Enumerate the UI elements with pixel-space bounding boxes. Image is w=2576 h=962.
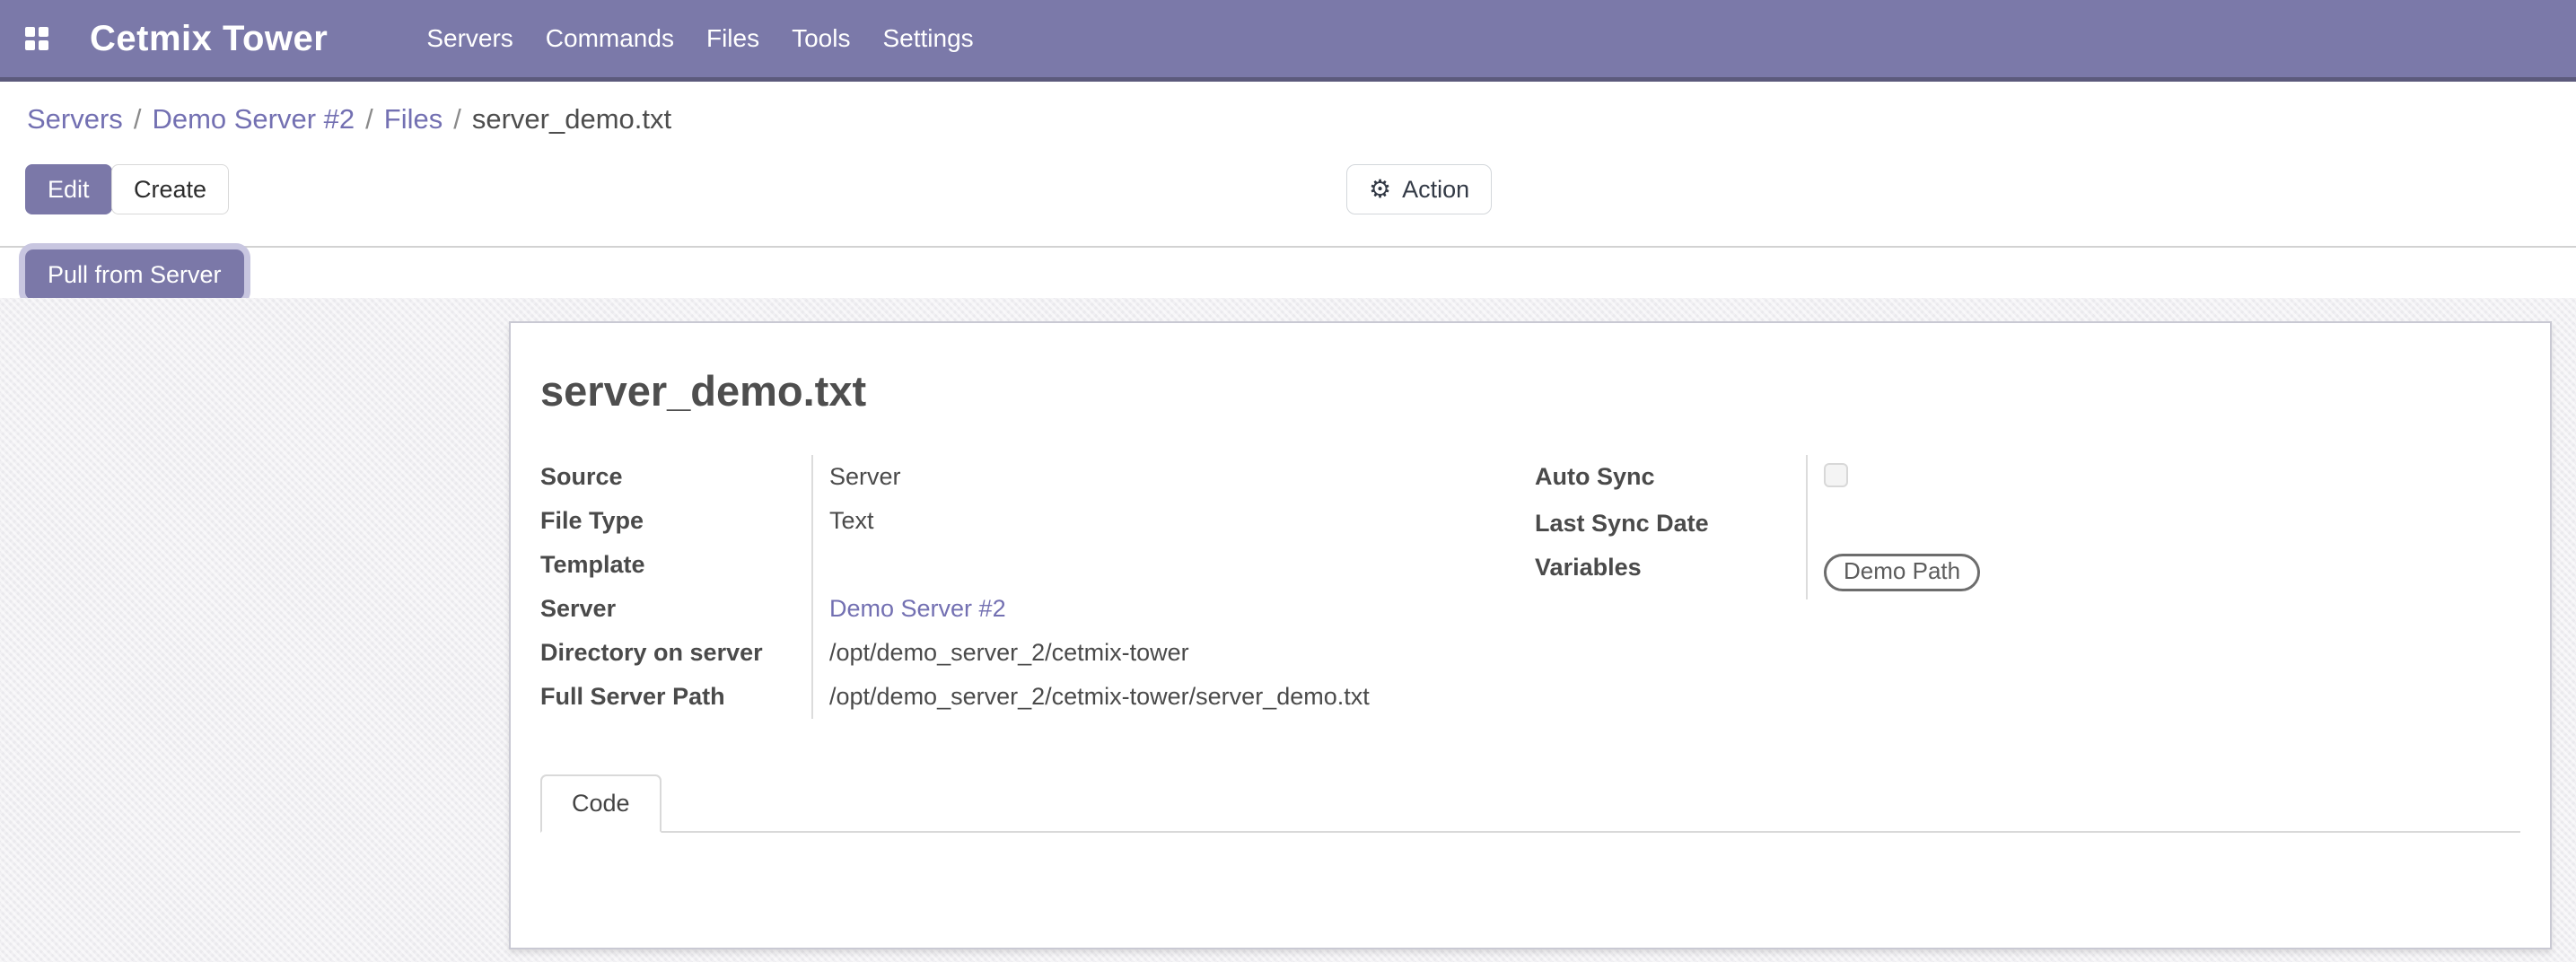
- apps-grid-square: [25, 40, 35, 50]
- field-label: Full Server Path: [540, 675, 811, 719]
- auto-sync-checkbox[interactable]: [1824, 463, 1848, 487]
- edit-button[interactable]: Edit: [25, 164, 112, 214]
- field-value-file-type: Text: [811, 499, 1490, 543]
- field-value-template: [811, 543, 1490, 587]
- field-label: Last Sync Date: [1535, 502, 1806, 546]
- field-label: File Type: [540, 499, 811, 543]
- menu-item-tools[interactable]: Tools: [792, 24, 850, 53]
- field-row-last-sync-date: Last Sync Date: [1535, 502, 2520, 546]
- menu-item-files[interactable]: Files: [706, 24, 759, 53]
- notebook: Code: [540, 774, 2520, 940]
- field-group-right: Auto Sync Last Sync Date Variables Demo …: [1535, 455, 2520, 719]
- field-row-template: Template: [540, 543, 1490, 587]
- field-row-server: Server Demo Server #2: [540, 587, 1490, 631]
- field-row-variables: Variables Demo Path: [1535, 546, 2520, 599]
- field-value-directory: /opt/demo_server_2/cetmix-tower: [811, 631, 1490, 675]
- field-group-left: Source Server File Type Text Template Se…: [540, 455, 1490, 719]
- top-navbar: Cetmix Tower Servers Commands Files Tool…: [0, 0, 2576, 82]
- breadcrumb: Servers / Demo Server #2 / Files / serve…: [27, 103, 671, 136]
- breadcrumb-separator: /: [453, 103, 461, 136]
- field-label: Directory on server: [540, 631, 811, 675]
- control-panel: Servers / Demo Server #2 / Files / serve…: [0, 82, 2576, 298]
- create-button[interactable]: Create: [111, 164, 229, 214]
- field-groups: Source Server File Type Text Template Se…: [540, 455, 2520, 719]
- field-row-file-type: File Type Text: [540, 499, 1490, 543]
- breadcrumb-current: server_demo.txt: [472, 103, 671, 136]
- field-value-variables: Demo Path: [1806, 546, 2520, 599]
- tab-panel-code: [540, 833, 2520, 940]
- field-label: Variables: [1535, 546, 1806, 599]
- apps-grid-square: [25, 27, 35, 37]
- field-value-source: Server: [811, 455, 1490, 499]
- variable-tag-demo-path[interactable]: Demo Path: [1824, 554, 1980, 591]
- field-label: Template: [540, 543, 811, 587]
- tab-code[interactable]: Code: [540, 774, 662, 833]
- breadcrumb-separator: /: [365, 103, 373, 136]
- main-menu: Servers Commands Files Tools Settings: [426, 24, 973, 53]
- record-title: server_demo.txt: [540, 366, 2520, 415]
- field-label: Server: [540, 587, 811, 631]
- action-button-label: Action: [1402, 175, 1469, 204]
- field-row-source: Source Server: [540, 455, 1490, 499]
- breadcrumb-link-demo-server[interactable]: Demo Server #2: [152, 103, 355, 136]
- form-sheet: server_demo.txt Source Server File Type …: [509, 321, 2552, 949]
- field-value-full-path: /opt/demo_server_2/cetmix-tower/server_d…: [811, 675, 1490, 719]
- breadcrumb-link-servers[interactable]: Servers: [27, 103, 123, 136]
- menu-item-commands[interactable]: Commands: [546, 24, 674, 53]
- menu-item-settings[interactable]: Settings: [882, 24, 973, 53]
- menu-item-servers[interactable]: Servers: [426, 24, 513, 53]
- apps-grid-square: [39, 27, 48, 37]
- breadcrumb-link-files[interactable]: Files: [384, 103, 442, 136]
- field-label: Source: [540, 455, 811, 499]
- form-view-background: server_demo.txt Source Server File Type …: [0, 298, 2576, 962]
- pull-from-server-button[interactable]: Pull from Server: [25, 249, 244, 300]
- gear-icon: ⚙: [1369, 177, 1391, 202]
- apps-grid-square: [39, 40, 48, 50]
- field-value-last-sync-date: [1806, 502, 2520, 546]
- field-row-directory: Directory on server /opt/demo_server_2/c…: [540, 631, 1490, 675]
- apps-grid-icon[interactable]: [25, 27, 48, 50]
- breadcrumb-separator: /: [134, 103, 142, 136]
- field-value-server: Demo Server #2: [811, 587, 1490, 631]
- tab-bar: Code: [540, 774, 2520, 833]
- field-row-full-path: Full Server Path /opt/demo_server_2/cetm…: [540, 675, 1490, 719]
- header-divider: [0, 246, 2576, 248]
- action-button[interactable]: ⚙ Action: [1346, 164, 1492, 214]
- app-brand[interactable]: Cetmix Tower: [90, 19, 328, 59]
- server-record-link[interactable]: Demo Server #2: [829, 595, 1006, 622]
- field-label: Auto Sync: [1535, 455, 1806, 502]
- field-value-auto-sync: [1806, 455, 2520, 502]
- field-row-auto-sync: Auto Sync: [1535, 455, 2520, 502]
